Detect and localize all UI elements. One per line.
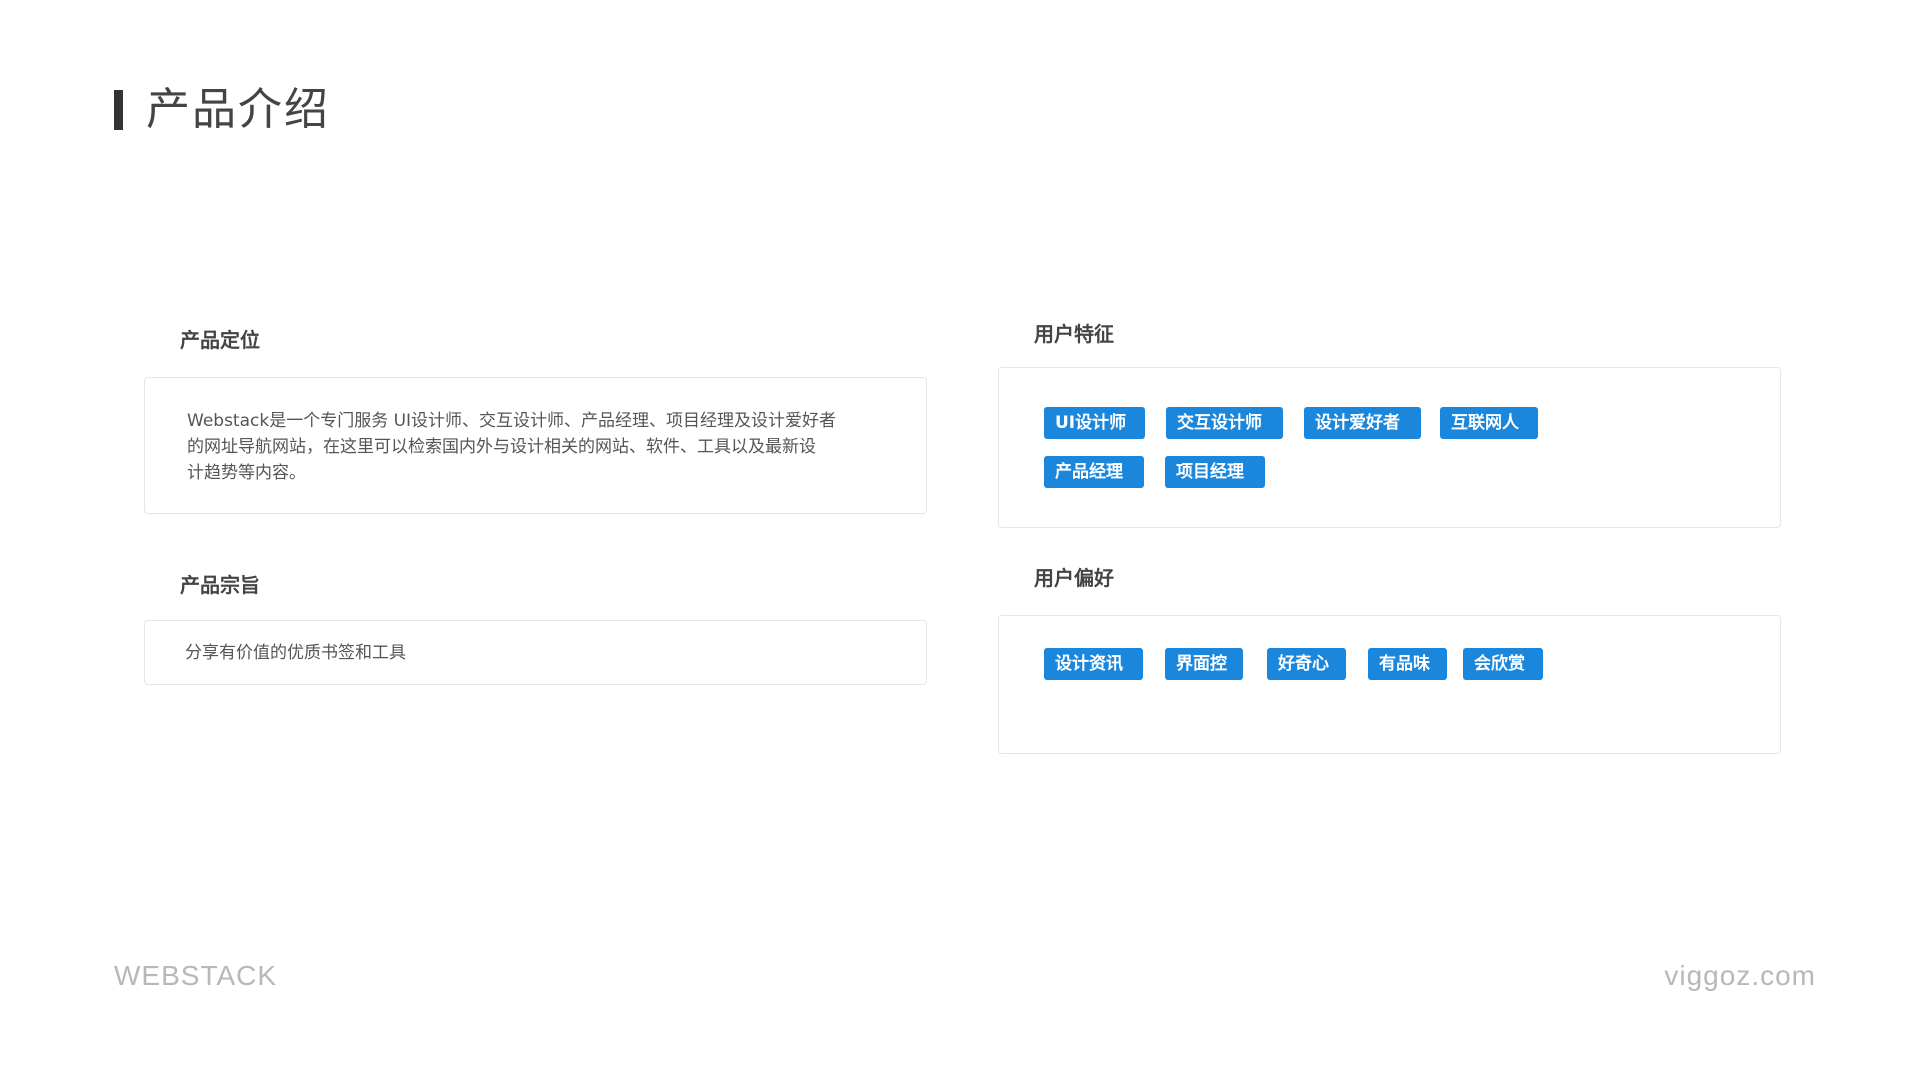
tag-ui-fan[interactable]: 界面控: [1165, 648, 1243, 680]
tag-design-news[interactable]: 设计资讯: [1044, 648, 1143, 680]
purpose-label: 产品宗旨: [180, 573, 260, 597]
positioning-label: 产品定位: [180, 328, 260, 352]
user-preferences-card: 设计资讯 界面控 好奇心 有品味 会欣赏: [998, 615, 1781, 754]
page-title: 产品介绍: [146, 84, 330, 135]
tag-internet-people[interactable]: 互联网人: [1440, 407, 1538, 439]
user-traits-label: 用户特征: [1034, 322, 1114, 346]
user-traits-card: UI设计师 交互设计师 设计爱好者 互联网人 产品经理 项目经理: [998, 367, 1781, 528]
positioning-line-3: 计趋势等内容。: [187, 463, 306, 483]
footer-brand: WEBSTACK: [114, 960, 278, 991]
tag-appreciation[interactable]: 会欣赏: [1463, 648, 1543, 680]
title-accent-bar: [114, 90, 123, 130]
positioning-card: Webstack是一个专门服务 UI设计师、交互设计师、产品经理、项目经理及设计…: [144, 377, 927, 514]
purpose-card: 分享有价值的优质书签和工具: [144, 620, 927, 685]
tag-good-taste[interactable]: 有品味: [1368, 648, 1447, 680]
tag-curiosity[interactable]: 好奇心: [1267, 648, 1346, 680]
tag-design-enthusiast[interactable]: 设计爱好者: [1304, 407, 1421, 439]
purpose-text: 分享有价值的优质书签和工具: [185, 643, 406, 663]
footer-site: viggoz.com: [1664, 960, 1816, 991]
user-preferences-label: 用户偏好: [1034, 566, 1114, 590]
tag-product-manager[interactable]: 产品经理: [1044, 456, 1144, 488]
tag-interaction-designer[interactable]: 交互设计师: [1166, 407, 1283, 439]
positioning-line-1: Webstack是一个专门服务 UI设计师、交互设计师、产品经理、项目经理及设计…: [187, 411, 837, 431]
tag-project-manager[interactable]: 项目经理: [1165, 456, 1265, 488]
positioning-line-2: 的网址导航网站，在这里可以检索国内外与设计相关的网站、软件、工具以及最新设: [187, 437, 816, 457]
slide-page: 产品介绍 产品定位 Webstack是一个专门服务 UI设计师、交互设计师、产品…: [0, 0, 1920, 1080]
tag-ui-designer[interactable]: UI设计师: [1044, 407, 1145, 439]
